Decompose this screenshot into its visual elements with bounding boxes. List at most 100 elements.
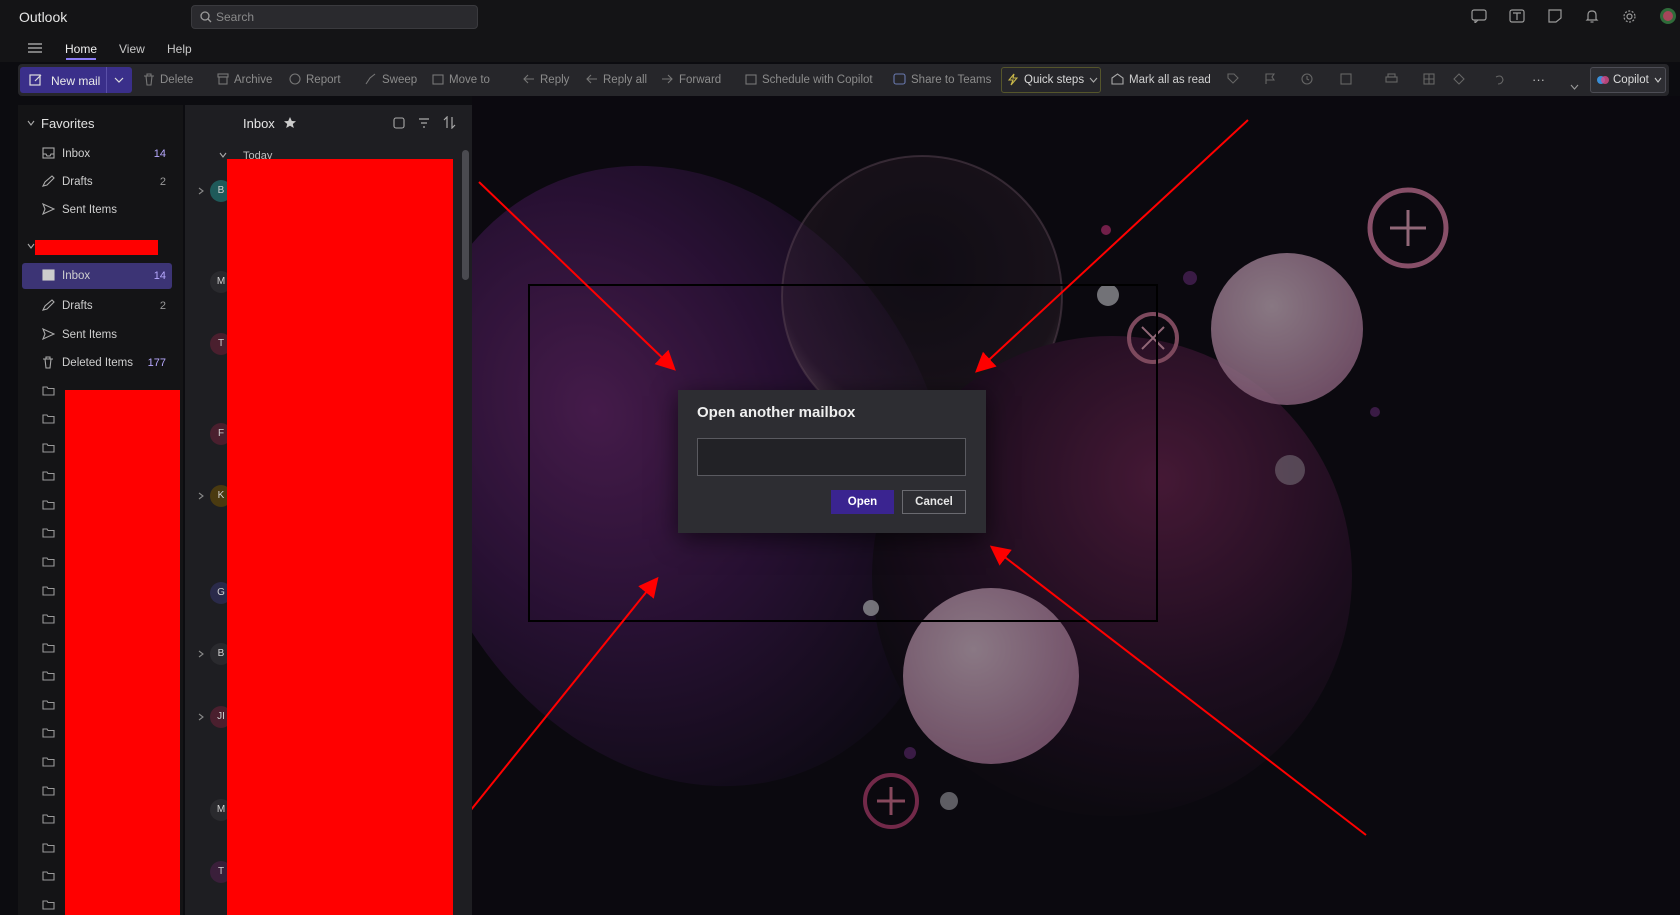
redacted-folder-names xyxy=(65,390,180,915)
folder-label: Drafts xyxy=(62,176,93,188)
folder-label: Sent Items xyxy=(62,329,117,341)
ribbon-expand-icon[interactable] xyxy=(1570,84,1579,90)
thread-expand-icon[interactable] xyxy=(198,492,204,500)
folder-icon[interactable] xyxy=(42,842,55,853)
favorites-item-sent[interactable]: Sent Items xyxy=(22,197,172,223)
folder-label: Deleted Items xyxy=(62,357,133,369)
move-to-icon xyxy=(432,73,444,85)
arrow-top-left xyxy=(478,181,676,371)
open-button[interactable]: Open xyxy=(831,490,894,514)
folder-icon[interactable] xyxy=(42,470,55,481)
favorites-item-drafts[interactable]: Drafts 2 xyxy=(22,169,172,195)
favorites-header[interactable]: Favorites xyxy=(41,116,94,131)
schedule-with-copilot-button[interactable]: Schedule with Copilot xyxy=(762,74,873,86)
teams-share-icon xyxy=(893,73,906,85)
folder-icon[interactable] xyxy=(42,699,55,710)
filter-icon[interactable] xyxy=(418,118,430,128)
sidebar-item-deleted[interactable]: Deleted Items 177 xyxy=(22,350,172,376)
copilot-dropdown-icon[interactable] xyxy=(1654,77,1662,83)
grid-icon[interactable] xyxy=(1423,73,1435,85)
reply-button[interactable]: Reply xyxy=(540,74,569,86)
mailbox-input[interactable] xyxy=(697,438,966,476)
flag-icon[interactable] xyxy=(1264,73,1275,85)
archive-folder-icon[interactable] xyxy=(42,527,55,538)
sort-icon[interactable] xyxy=(443,116,456,129)
message-list-scrollbar[interactable] xyxy=(462,150,469,280)
undo-icon[interactable] xyxy=(1493,73,1505,85)
delete-button[interactable]: Delete xyxy=(160,74,193,86)
rules-icon[interactable] xyxy=(1340,73,1352,85)
quick-steps-dropdown-icon[interactable] xyxy=(1089,77,1098,83)
compose-icon xyxy=(29,73,43,87)
active-tab-indicator xyxy=(66,58,96,60)
new-mail-label: New mail xyxy=(51,74,101,88)
sidebar-item-sent[interactable]: Sent Items xyxy=(22,322,172,348)
folder-icon[interactable] xyxy=(42,442,55,453)
print-icon[interactable] xyxy=(1385,73,1398,85)
thread-expand-icon[interactable] xyxy=(198,713,204,721)
folder-icon[interactable] xyxy=(42,785,55,796)
redacted-messages xyxy=(227,159,453,915)
app-title: Outlook xyxy=(19,9,68,25)
gear-icon[interactable] xyxy=(1622,9,1640,25)
teams-icon[interactable] xyxy=(1509,9,1527,25)
forward-button[interactable]: Forward xyxy=(679,74,721,86)
favorites-collapse-icon[interactable] xyxy=(27,120,35,126)
tab-home[interactable]: Home xyxy=(65,42,97,56)
folder-icon[interactable] xyxy=(42,385,55,396)
sweep-button[interactable]: Sweep xyxy=(382,74,417,86)
favorites-item-inbox[interactable]: Inbox 14 xyxy=(22,141,172,167)
cancel-button[interactable]: Cancel xyxy=(902,490,966,514)
folder-icon[interactable] xyxy=(42,899,55,910)
archive-button[interactable]: Archive xyxy=(234,74,272,86)
group-collapse-icon[interactable] xyxy=(219,152,227,158)
tag-icon[interactable] xyxy=(1227,73,1239,85)
folder-icon[interactable] xyxy=(42,870,55,881)
new-mail-divider xyxy=(106,67,107,93)
thread-expand-icon[interactable] xyxy=(198,650,204,658)
menu-bar xyxy=(0,34,1680,62)
lightning-icon xyxy=(1008,73,1018,86)
unread-count: 14 xyxy=(153,148,166,160)
arrow-top-right xyxy=(975,119,1249,373)
folder-icon[interactable] xyxy=(42,613,55,624)
folder-label: Sent Items xyxy=(62,204,117,216)
search-box[interactable] xyxy=(191,5,478,29)
folder-icon[interactable] xyxy=(42,585,55,596)
star-icon[interactable] xyxy=(283,116,297,129)
trash-icon xyxy=(42,356,54,369)
folder-icon[interactable] xyxy=(42,670,55,681)
sidebar-item-drafts[interactable]: Drafts 2 xyxy=(22,293,172,319)
folder-icon[interactable] xyxy=(42,642,55,653)
forward-icon xyxy=(661,73,673,85)
folder-icon[interactable] xyxy=(42,499,55,510)
clock-icon[interactable] xyxy=(1301,73,1313,85)
select-icon[interactable] xyxy=(393,117,405,129)
folder-icon[interactable] xyxy=(42,727,55,738)
notes-icon[interactable] xyxy=(1547,9,1565,25)
share-to-teams-button[interactable]: Share to Teams xyxy=(911,74,991,86)
schedule-icon xyxy=(745,73,757,85)
tab-help[interactable]: Help xyxy=(167,42,192,56)
mark-all-as-read-button[interactable]: Mark all as read xyxy=(1129,74,1211,86)
thread-expand-icon[interactable] xyxy=(198,187,204,195)
new-mail-dropdown-icon[interactable] xyxy=(114,77,124,83)
more-options-button[interactable]: ··· xyxy=(1532,72,1545,87)
sidebar-item-inbox[interactable]: Inbox 14 xyxy=(22,263,172,289)
search-input[interactable] xyxy=(216,9,466,25)
avatar[interactable] xyxy=(1659,7,1677,25)
hamburger-menu-icon[interactable] xyxy=(28,42,42,54)
bell-icon[interactable] xyxy=(1585,9,1603,25)
chat-icon[interactable] xyxy=(1471,9,1489,25)
reply-all-button[interactable]: Reply all xyxy=(603,74,647,86)
report-button[interactable]: Report xyxy=(306,74,341,86)
move-to-button[interactable]: Move to xyxy=(449,74,490,86)
tab-view[interactable]: View xyxy=(119,42,145,56)
folder-icon[interactable] xyxy=(42,556,55,567)
account-collapse-icon[interactable] xyxy=(27,243,35,249)
folder-icon[interactable] xyxy=(42,756,55,767)
folder-icon[interactable] xyxy=(42,813,55,824)
diamond-icon[interactable] xyxy=(1453,73,1465,85)
sweep-icon xyxy=(364,73,376,85)
folder-icon[interactable] xyxy=(42,413,55,424)
